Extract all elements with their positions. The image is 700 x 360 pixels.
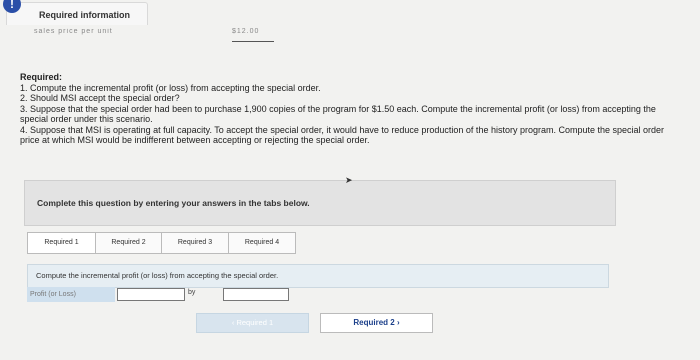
tab-required-1[interactable]: Required 1	[27, 232, 96, 254]
mouse-cursor-icon: ➤	[345, 175, 353, 185]
faded-underline	[232, 41, 274, 42]
question-text: Compute the incremental profit (or loss)…	[36, 271, 279, 280]
tab-required-2[interactable]: Required 2	[95, 232, 162, 254]
info-icon: !	[3, 0, 21, 13]
prev-required-button[interactable]: ‹ Required 1	[196, 313, 309, 333]
instructions-text: Complete this question by entering your …	[37, 198, 310, 208]
faded-row-label: sales price per unit	[34, 28, 113, 35]
requirements-heading: Required:	[20, 72, 63, 82]
requirement-4: 4. Suppose that MSI is operating at full…	[20, 124, 665, 146]
instructions-box: Complete this question by entering your …	[24, 180, 616, 226]
profit-or-loss-select[interactable]	[117, 288, 185, 301]
by-label: by	[188, 289, 196, 296]
required-information-tab: ! Required information	[3, 0, 148, 25]
tab-required-3[interactable]: Required 3	[161, 232, 229, 254]
faded-row-value: $12.00	[232, 28, 260, 35]
question-bar: Compute the incremental profit (or loss)…	[27, 264, 609, 288]
profit-or-loss-label: Profit (or Loss)	[27, 287, 115, 302]
tab-required-4[interactable]: Required 4	[228, 232, 296, 254]
requirements-block: Required: 1. Compute the incremental pro…	[20, 72, 680, 146]
requirement-2: 2. Should MSI accept the special order?	[20, 93, 180, 103]
profit-amount-input[interactable]	[223, 288, 289, 301]
required-information-title: Required information	[39, 10, 131, 20]
requirement-1: 1. Compute the incremental profit (or lo…	[20, 82, 321, 93]
requirement-3: 3. Suppose that the special order had be…	[20, 103, 656, 125]
next-required-button[interactable]: Required 2 ›	[320, 313, 433, 333]
